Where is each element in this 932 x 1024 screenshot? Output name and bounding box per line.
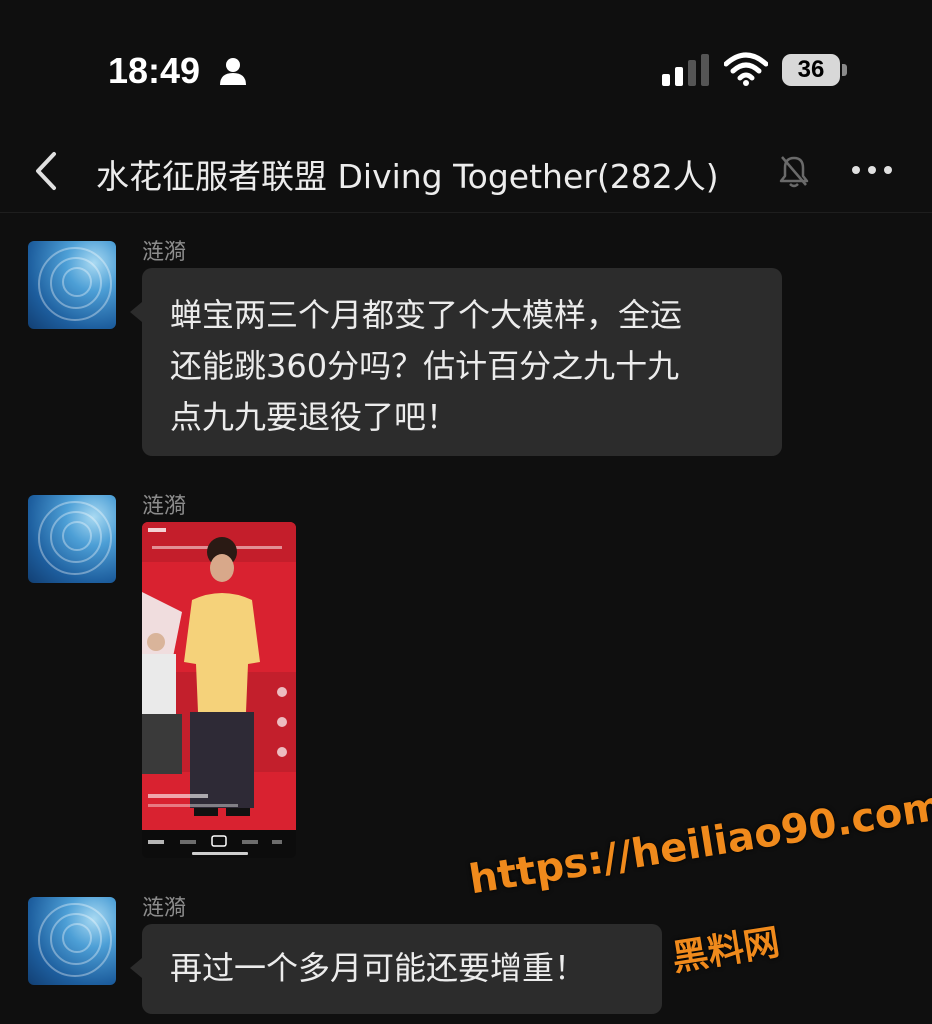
signal-icon [662,54,709,86]
mute-icon [779,156,809,188]
message-bubble[interactable]: 再过一个多月可能还要增重！ [142,924,662,1014]
watermark-name: 黑料网 [669,921,783,980]
back-icon[interactable] [30,148,64,194]
message-line: 再过一个多月可能还要增重！ [170,949,587,987]
person-icon [220,58,246,85]
sender-name: 涟漪 [142,494,187,519]
bubble-tail [130,302,142,322]
video-screenshot-image [142,522,296,858]
message-line: 点九九要退役了吧！ [170,398,459,436]
bubble-tail [130,958,142,978]
watermark-url: https://heiliao90.com [466,783,932,904]
battery-cap [842,64,847,76]
wifi-icon [724,52,768,86]
image-message[interactable] [142,522,296,858]
avatar[interactable] [28,495,116,583]
status-bar: 18:49 36 [0,0,932,120]
message-line: 蝉宝两三个月都变了个大模样，全运 [170,296,683,334]
avatar[interactable] [28,897,116,985]
avatar[interactable] [28,241,116,329]
battery-indicator: 36 [782,54,840,86]
message-bubble[interactable]: 蝉宝两三个月都变了个大模样，全运 还能跳360分吗？估计百分之九十九 点九九要退… [142,268,782,456]
more-icon[interactable] [850,160,894,180]
sender-name: 涟漪 [142,896,187,921]
status-time: 18:49 [108,50,201,91]
sender-name: 涟漪 [142,240,187,265]
chat-title: 水花征服者联盟 Diving Together(282人) [96,157,719,196]
chat-header: 水花征服者联盟 Diving Together(282人) [0,130,932,213]
message-line: 还能跳360分吗？估计百分之九十九 [170,347,680,385]
